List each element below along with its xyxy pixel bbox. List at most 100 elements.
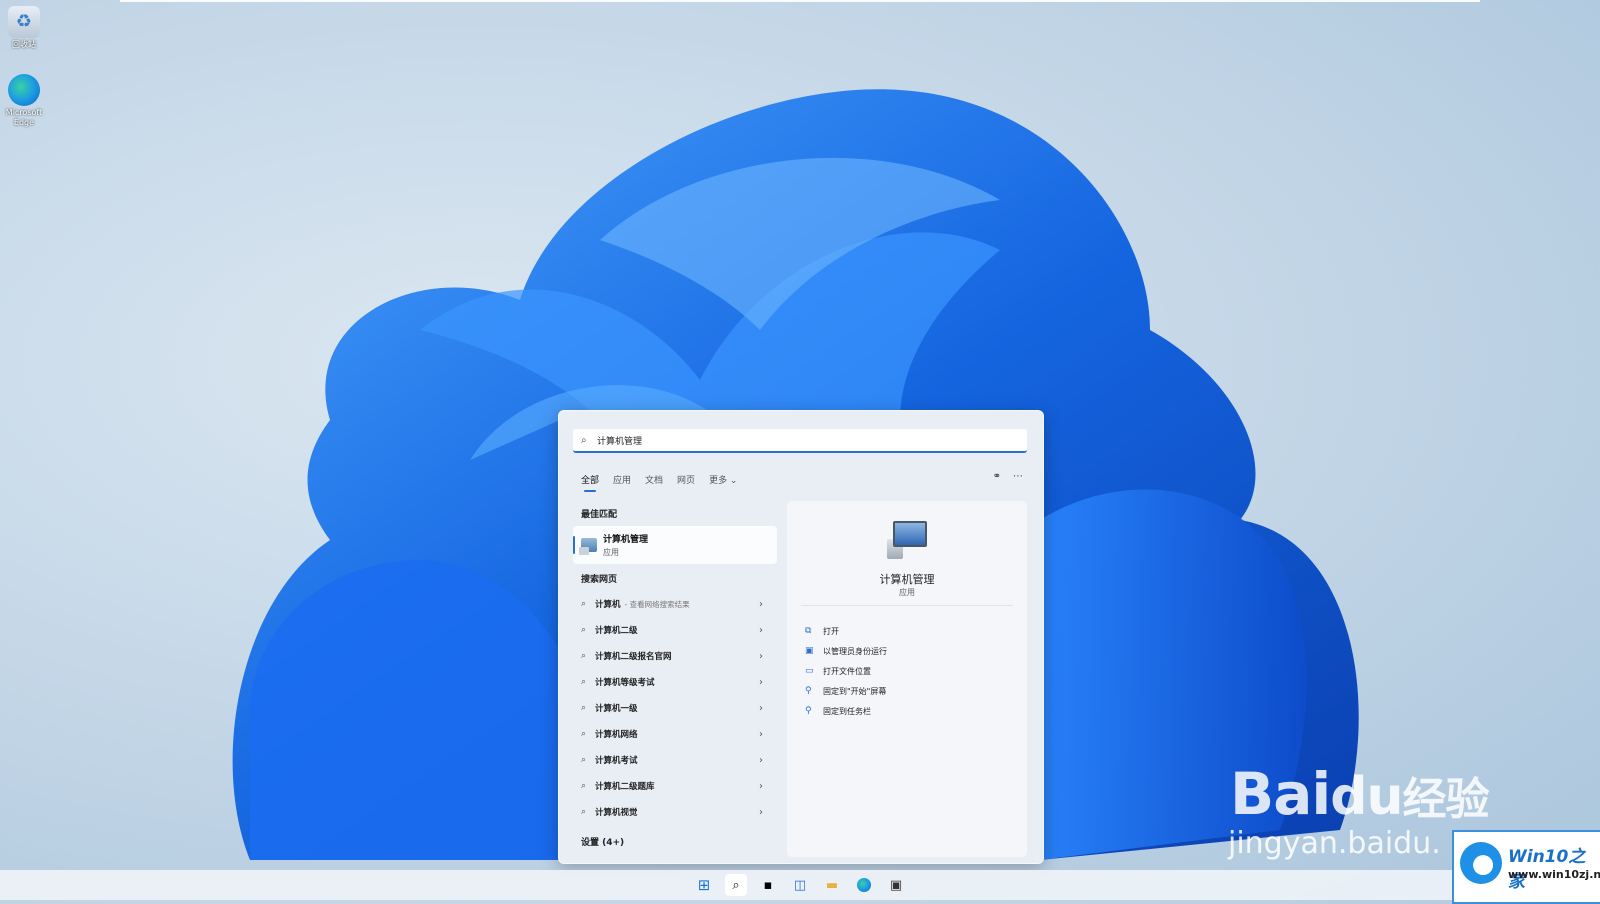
search-icon: ⌕ — [581, 599, 587, 609]
web-result-text: 计算机一级 — [595, 704, 638, 714]
search-icon: ⌕ — [581, 625, 587, 635]
search-box[interactable]: ⌕ — [573, 429, 1027, 453]
preview-pane: 计算机管理 应用 ⧉ 打开 ▣ 以管理员身份运行 ▭ 打开文件位置 ⚲ 固定到"… — [787, 501, 1027, 857]
best-match-name: 计算机管理 — [603, 535, 649, 545]
web-result-sub: - 查看网络搜索结果 — [624, 599, 690, 609]
tab-web[interactable]: 网页 — [677, 473, 695, 486]
web-result-item[interactable]: ⌕ 计算机网络 › — [573, 721, 777, 747]
chevron-right-icon: › — [759, 728, 763, 740]
best-match-type: 应用 — [603, 548, 619, 557]
web-result-text: 计算机视觉 — [595, 808, 638, 818]
chevron-right-icon: › — [759, 676, 763, 688]
recycle-bin-shortcut[interactable]: ♻ 回收站 — [4, 6, 44, 50]
win10zj-logo-icon — [1460, 842, 1502, 884]
chevron-right-icon: › — [759, 780, 763, 792]
more-options-icon[interactable]: ⋯ — [1013, 471, 1023, 482]
chevron-right-icon: › — [759, 598, 763, 610]
web-result-text: 计算机考试 — [595, 756, 638, 766]
chevron-right-icon: › — [759, 702, 763, 714]
search-panel: ⌕ 全部 应用 文档 网页 更多 ⌄ ⚭ ⋯ 最佳匹配 计算机管理 应用 搜索网… — [558, 410, 1044, 864]
computer-management-icon — [887, 521, 927, 561]
edge-icon[interactable] — [853, 874, 875, 896]
web-result-item[interactable]: ⌕ 计算机等级考试 › — [573, 669, 777, 695]
tab-tools: ⚭ ⋯ — [993, 471, 1023, 482]
preview-actions: ⧉ 打开 ▣ 以管理员身份运行 ▭ 打开文件位置 ⚲ 固定到"开始"屏幕 ⚲ 固… — [805, 621, 887, 721]
win10zj-watermark: Win10之家 www.win10zj.net — [1452, 830, 1600, 904]
task-view-icon[interactable]: ▪ — [757, 874, 779, 896]
action-label: 打开文件位置 — [823, 666, 871, 676]
share-icon[interactable]: ⚭ — [993, 471, 1001, 482]
web-result-item[interactable]: ⌕ 计算机 - 查看网络搜索结果 › — [573, 591, 777, 617]
chevron-right-icon: › — [759, 754, 763, 766]
baidu-cn: 经验 — [1402, 774, 1489, 825]
best-match-heading: 最佳匹配 — [581, 510, 618, 520]
action-label: 固定到"开始"屏幕 — [823, 686, 887, 696]
tab-apps[interactable]: 应用 — [613, 473, 631, 486]
file-explorer-icon[interactable]: ▬ — [821, 874, 843, 896]
web-search-heading: 搜索网页 — [581, 575, 618, 585]
action-label: 以管理员身份运行 — [823, 646, 887, 656]
search-tabs: 全部 应用 文档 网页 更多 ⌄ — [581, 473, 737, 492]
web-result-text: 计算机 — [595, 600, 621, 610]
search-icon: ⌕ — [581, 434, 587, 446]
search-icon: ⌕ — [581, 651, 587, 661]
top-edge-line — [120, 0, 1480, 2]
pin-icon: ⚲ — [805, 706, 812, 716]
pin-icon: ⚲ — [805, 686, 812, 696]
search-input[interactable] — [597, 435, 1027, 445]
widgets-icon[interactable]: ◫ — [789, 874, 811, 896]
baidu-text: Bai — [1230, 760, 1331, 828]
settings-results-link[interactable]: 设置 (4+) — [581, 835, 777, 848]
action-open[interactable]: ⧉ 打开 — [805, 621, 887, 641]
edge-icon — [8, 74, 40, 106]
tab-more[interactable]: 更多 ⌄ — [709, 473, 737, 486]
web-result-item[interactable]: ⌕ 计算机考试 › — [573, 747, 777, 773]
chevron-right-icon: › — [759, 806, 763, 818]
web-result-text: 计算机二级 — [595, 626, 638, 636]
win10zj-site: www.win10zj.net — [1508, 868, 1600, 881]
tab-documents[interactable]: 文档 — [645, 473, 663, 486]
admin-icon: ▣ — [805, 646, 814, 656]
search-icon: ⌕ — [581, 729, 587, 739]
edge-shortcut[interactable]: Microsoft Edge — [4, 74, 44, 128]
desktop-icon-label: 回收站 — [12, 40, 36, 49]
best-match-item[interactable]: 计算机管理 应用 — [573, 526, 777, 564]
web-result-item[interactable]: ⌕ 计算机一级 › — [573, 695, 777, 721]
web-result-item[interactable]: ⌕ 计算机二级报名官网 › — [573, 643, 777, 669]
web-result-item[interactable]: ⌕ 计算机视觉 › — [573, 799, 777, 825]
web-result-text: 计算机二级题库 — [595, 782, 655, 792]
start-icon[interactable]: ⊞ — [693, 874, 715, 896]
baidu-watermark: Baidu经验 — [1230, 760, 1489, 828]
search-icon: ⌕ — [581, 755, 587, 765]
action-run-as-admin[interactable]: ▣ 以管理员身份运行 — [805, 641, 887, 661]
desktop-icon-label: Microsoft Edge — [5, 108, 43, 127]
search-icon: ⌕ — [581, 703, 587, 713]
tab-all[interactable]: 全部 — [581, 473, 599, 492]
taskbar: ⊞ ⌕ ▪ ◫ ▬ ▣ — [0, 870, 1600, 900]
chevron-right-icon: › — [759, 650, 763, 662]
open-icon: ⧉ — [805, 626, 812, 636]
web-result-item[interactable]: ⌕ 计算机二级 › — [573, 617, 777, 643]
baidu-url-watermark: jingyan.baidu. — [1228, 826, 1441, 861]
win10zj-name: Win10之家 — [1508, 847, 1586, 892]
web-result-text: 计算机等级考试 — [595, 678, 655, 688]
search-icon: ⌕ — [581, 677, 587, 687]
recycle-bin-icon: ♻ — [8, 6, 40, 38]
action-label: 固定到任务栏 — [823, 706, 871, 716]
search-icon[interactable]: ⌕ — [725, 874, 747, 896]
store-icon[interactable]: ▣ — [885, 874, 907, 896]
folder-icon: ▭ — [805, 666, 814, 676]
action-pin-to-start[interactable]: ⚲ 固定到"开始"屏幕 — [805, 681, 887, 701]
web-result-text: 计算机二级报名官网 — [595, 652, 672, 662]
computer-management-icon — [579, 538, 597, 555]
action-open-file-location[interactable]: ▭ 打开文件位置 — [805, 661, 887, 681]
web-result-text: 计算机网络 — [595, 730, 638, 740]
chevron-right-icon: › — [759, 624, 763, 636]
preview-subtitle: 应用 — [899, 588, 915, 597]
search-icon: ⌕ — [581, 781, 587, 791]
web-result-item[interactable]: ⌕ 计算机二级题库 › — [573, 773, 777, 799]
action-pin-to-taskbar[interactable]: ⚲ 固定到任务栏 — [805, 701, 887, 721]
results-list: 最佳匹配 计算机管理 应用 搜索网页 ⌕ 计算机 - 查看网络搜索结果 › ⌕ … — [573, 499, 777, 848]
action-label: 打开 — [823, 626, 839, 636]
search-icon: ⌕ — [581, 807, 587, 817]
